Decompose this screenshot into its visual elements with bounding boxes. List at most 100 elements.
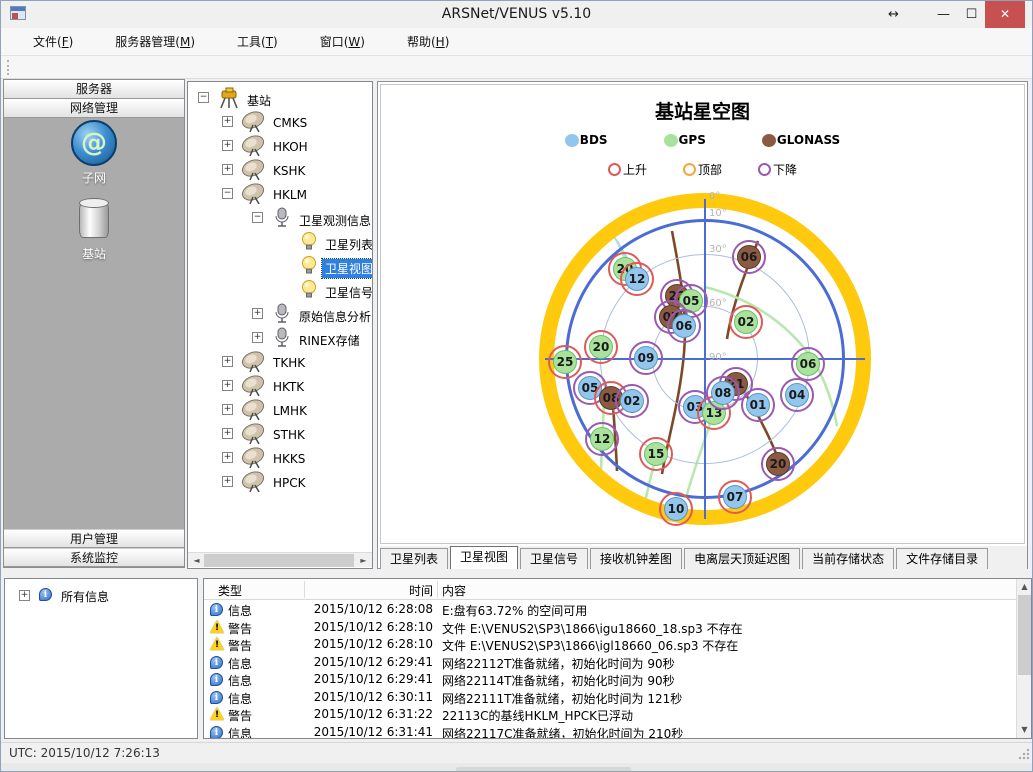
tree-node-KSHK[interactable]: + KSHK [188, 158, 372, 182]
tree-node-卫星信号[interactable]: 卫星信号 [188, 278, 372, 302]
tree-node-label[interactable]: 卫星信号 [322, 283, 373, 302]
resize-arrows-icon[interactable]: ↔ [879, 1, 908, 28]
all-messages-node[interactable]: 所有信息 [61, 588, 109, 605]
scroll-up-icon[interactable]: ▲ [1018, 580, 1031, 594]
col-time[interactable]: 时间 [309, 582, 433, 599]
expander-plus-icon[interactable]: + [222, 140, 233, 151]
tree-node-LMHK[interactable]: + LMHK [188, 398, 372, 422]
menu-item-H[interactable]: 帮助(H) [395, 29, 461, 54]
tree-node-卫星视图[interactable]: 卫星视图 [188, 254, 372, 278]
tree-node-STHK[interactable]: + STHK [188, 422, 372, 446]
tree-node-label[interactable]: HPCK [270, 475, 309, 491]
tree-node-label[interactable]: HKKS [270, 451, 308, 467]
tree-node-RINEX存储[interactable]: + RINEX存储 [188, 326, 372, 350]
tree-node-原始信息分析[interactable]: + 原始信息分析 [188, 302, 372, 326]
tab-卫星列表[interactable]: 卫星列表 [380, 548, 448, 569]
log-row[interactable]: !警告2015/10/12 6:31:2222113C的基线HKLM_HPCK已… [204, 706, 1031, 724]
tree-node-label[interactable]: HKLM [270, 187, 310, 203]
log-row[interactable]: !警告2015/10/12 6:28:10文件 E:\VENUS2\SP3\18… [204, 636, 1031, 654]
minimize-button[interactable]: — [929, 1, 958, 28]
sidebar-item-station[interactable]: 基站 [4, 198, 184, 262]
scroll-right-icon[interactable]: ► [356, 554, 371, 567]
tree-node-label[interactable]: 基站 [244, 91, 274, 110]
warning-icon: ! [210, 707, 224, 720]
tree-node-label[interactable]: HKOH [270, 139, 311, 155]
tree-node-HPCK[interactable]: + HPCK [188, 470, 372, 494]
tree-node-label[interactable]: HKTK [270, 379, 307, 395]
tab-当前存储状态[interactable]: 当前存储状态 [802, 548, 894, 569]
expander-plus-icon[interactable]: + [19, 590, 30, 601]
tree-node-label[interactable]: RINEX存储 [296, 331, 363, 350]
tree-node-label[interactable]: STHK [270, 427, 308, 443]
scroll-thumb[interactable] [204, 554, 354, 567]
mic-icon [274, 303, 290, 327]
sidebar-section-monitor[interactable]: 系统监控 [4, 548, 184, 567]
scroll-down-icon[interactable]: ▼ [1018, 723, 1031, 737]
expander-plus-icon[interactable]: + [222, 476, 233, 487]
tree-node-label[interactable]: LMHK [270, 403, 310, 419]
tree-node-label[interactable]: KSHK [270, 163, 308, 179]
toolbar-grip[interactable] [7, 60, 10, 75]
col-type[interactable]: 类型 [218, 582, 242, 599]
tree-node-卫星列表[interactable]: 卫星列表 [188, 230, 372, 254]
scroll-left-icon[interactable]: ◄ [189, 554, 204, 567]
tree-horizontal-scrollbar[interactable]: ◄ ► [188, 552, 372, 567]
col-content[interactable]: 内容 [442, 582, 466, 599]
log-type: 信息 [228, 725, 252, 740]
satellite-GPS-12: 12 [585, 422, 619, 456]
menu-item-M[interactable]: 服务器管理(M) [103, 29, 207, 54]
sidebar-section-server[interactable]: 服务器 [4, 80, 184, 99]
tab-卫星视图[interactable]: 卫星视图 [450, 546, 518, 569]
tree-node-label[interactable]: 卫星观测信息 [296, 211, 373, 230]
expander-minus-icon[interactable]: − [222, 188, 233, 199]
log-row[interactable]: i信息2015/10/12 6:31:41网络22117C准备就绪，初始化时间为… [204, 724, 1031, 740]
log-row[interactable]: i信息2015/10/12 6:29:41网络22112T准备就绪，初始化时间为… [204, 654, 1031, 672]
maximize-button[interactable]: ☐ [957, 1, 986, 28]
sidebar-section-users[interactable]: 用户管理 [4, 529, 184, 548]
scroll-thumb[interactable] [1018, 595, 1031, 675]
tree-node-卫星观测信息[interactable]: − 卫星观测信息 [188, 206, 372, 230]
tree-node-CMKS[interactable]: + CMKS [188, 110, 372, 134]
close-button[interactable]: ✕ [985, 1, 1025, 28]
log-row[interactable]: i信息2015/10/12 6:30:11网络22111T准备就绪，初始化时间为… [204, 689, 1031, 707]
menu-item-T[interactable]: 工具(T) [225, 29, 290, 54]
tree-node-基站[interactable]: − 基站 [188, 86, 372, 110]
expander-plus-icon[interactable]: + [222, 356, 233, 367]
menu-item-W[interactable]: 窗口(W) [308, 29, 377, 54]
expander-plus-icon[interactable]: + [222, 116, 233, 127]
tree-node-HKKS[interactable]: + HKKS [188, 446, 372, 470]
expander-plus-icon[interactable]: + [252, 332, 263, 343]
expander-plus-icon[interactable]: + [222, 452, 233, 463]
menu-item-F[interactable]: 文件(F) [21, 29, 85, 54]
log-type: 信息 [228, 655, 252, 672]
tab-电离层天顶延迟图[interactable]: 电离层天顶延迟图 [684, 548, 800, 569]
tree-node-label[interactable]: CMKS [270, 115, 310, 131]
log-row[interactable]: i信息2015/10/12 6:28:08E:盘有63.72% 的空间可用 [204, 601, 1031, 619]
tree-node-HKTK[interactable]: + HKTK [188, 374, 372, 398]
tree-node-label[interactable]: 卫星视图 [322, 259, 373, 278]
log-time: 2015/10/12 6:28:10 [309, 620, 433, 634]
tree-node-label[interactable]: 卫星列表 [322, 235, 373, 254]
tree-node-label[interactable]: 原始信息分析 [296, 307, 373, 326]
tree-node-label[interactable]: TKHK [270, 355, 308, 371]
tree-node-HKOH[interactable]: + HKOH [188, 134, 372, 158]
log-content: 22113C的基线HKLM_HPCK已浮动 [442, 707, 633, 724]
log-row[interactable]: !警告2015/10/12 6:28:10文件 E:\VENUS2\SP3\18… [204, 619, 1031, 637]
sidebar-item-subnet[interactable]: @ 子网 [4, 120, 184, 186]
expander-plus-icon[interactable]: + [222, 404, 233, 415]
expander-plus-icon[interactable]: + [252, 308, 263, 319]
sidebar-section-network[interactable]: 网络管理 [4, 99, 184, 118]
resize-grip[interactable] [1018, 748, 1030, 760]
tab-卫星信号[interactable]: 卫星信号 [520, 548, 588, 569]
log-row[interactable]: i信息2015/10/12 6:29:41网络22114T准备就绪，初始化时间为… [204, 671, 1031, 689]
expander-plus-icon[interactable]: + [222, 428, 233, 439]
expander-minus-icon[interactable]: − [198, 92, 209, 103]
expander-minus-icon[interactable]: − [252, 212, 263, 223]
tab-接收机钟差图[interactable]: 接收机钟差图 [590, 548, 682, 569]
expander-plus-icon[interactable]: + [222, 164, 233, 175]
tab-文件存储目录[interactable]: 文件存储目录 [896, 548, 988, 569]
tree-node-HKLM[interactable]: − HKLM [188, 182, 372, 206]
log-vertical-scrollbar[interactable]: ▲ ▼ [1016, 579, 1031, 738]
tree-node-TKHK[interactable]: + TKHK [188, 350, 372, 374]
expander-plus-icon[interactable]: + [222, 380, 233, 391]
